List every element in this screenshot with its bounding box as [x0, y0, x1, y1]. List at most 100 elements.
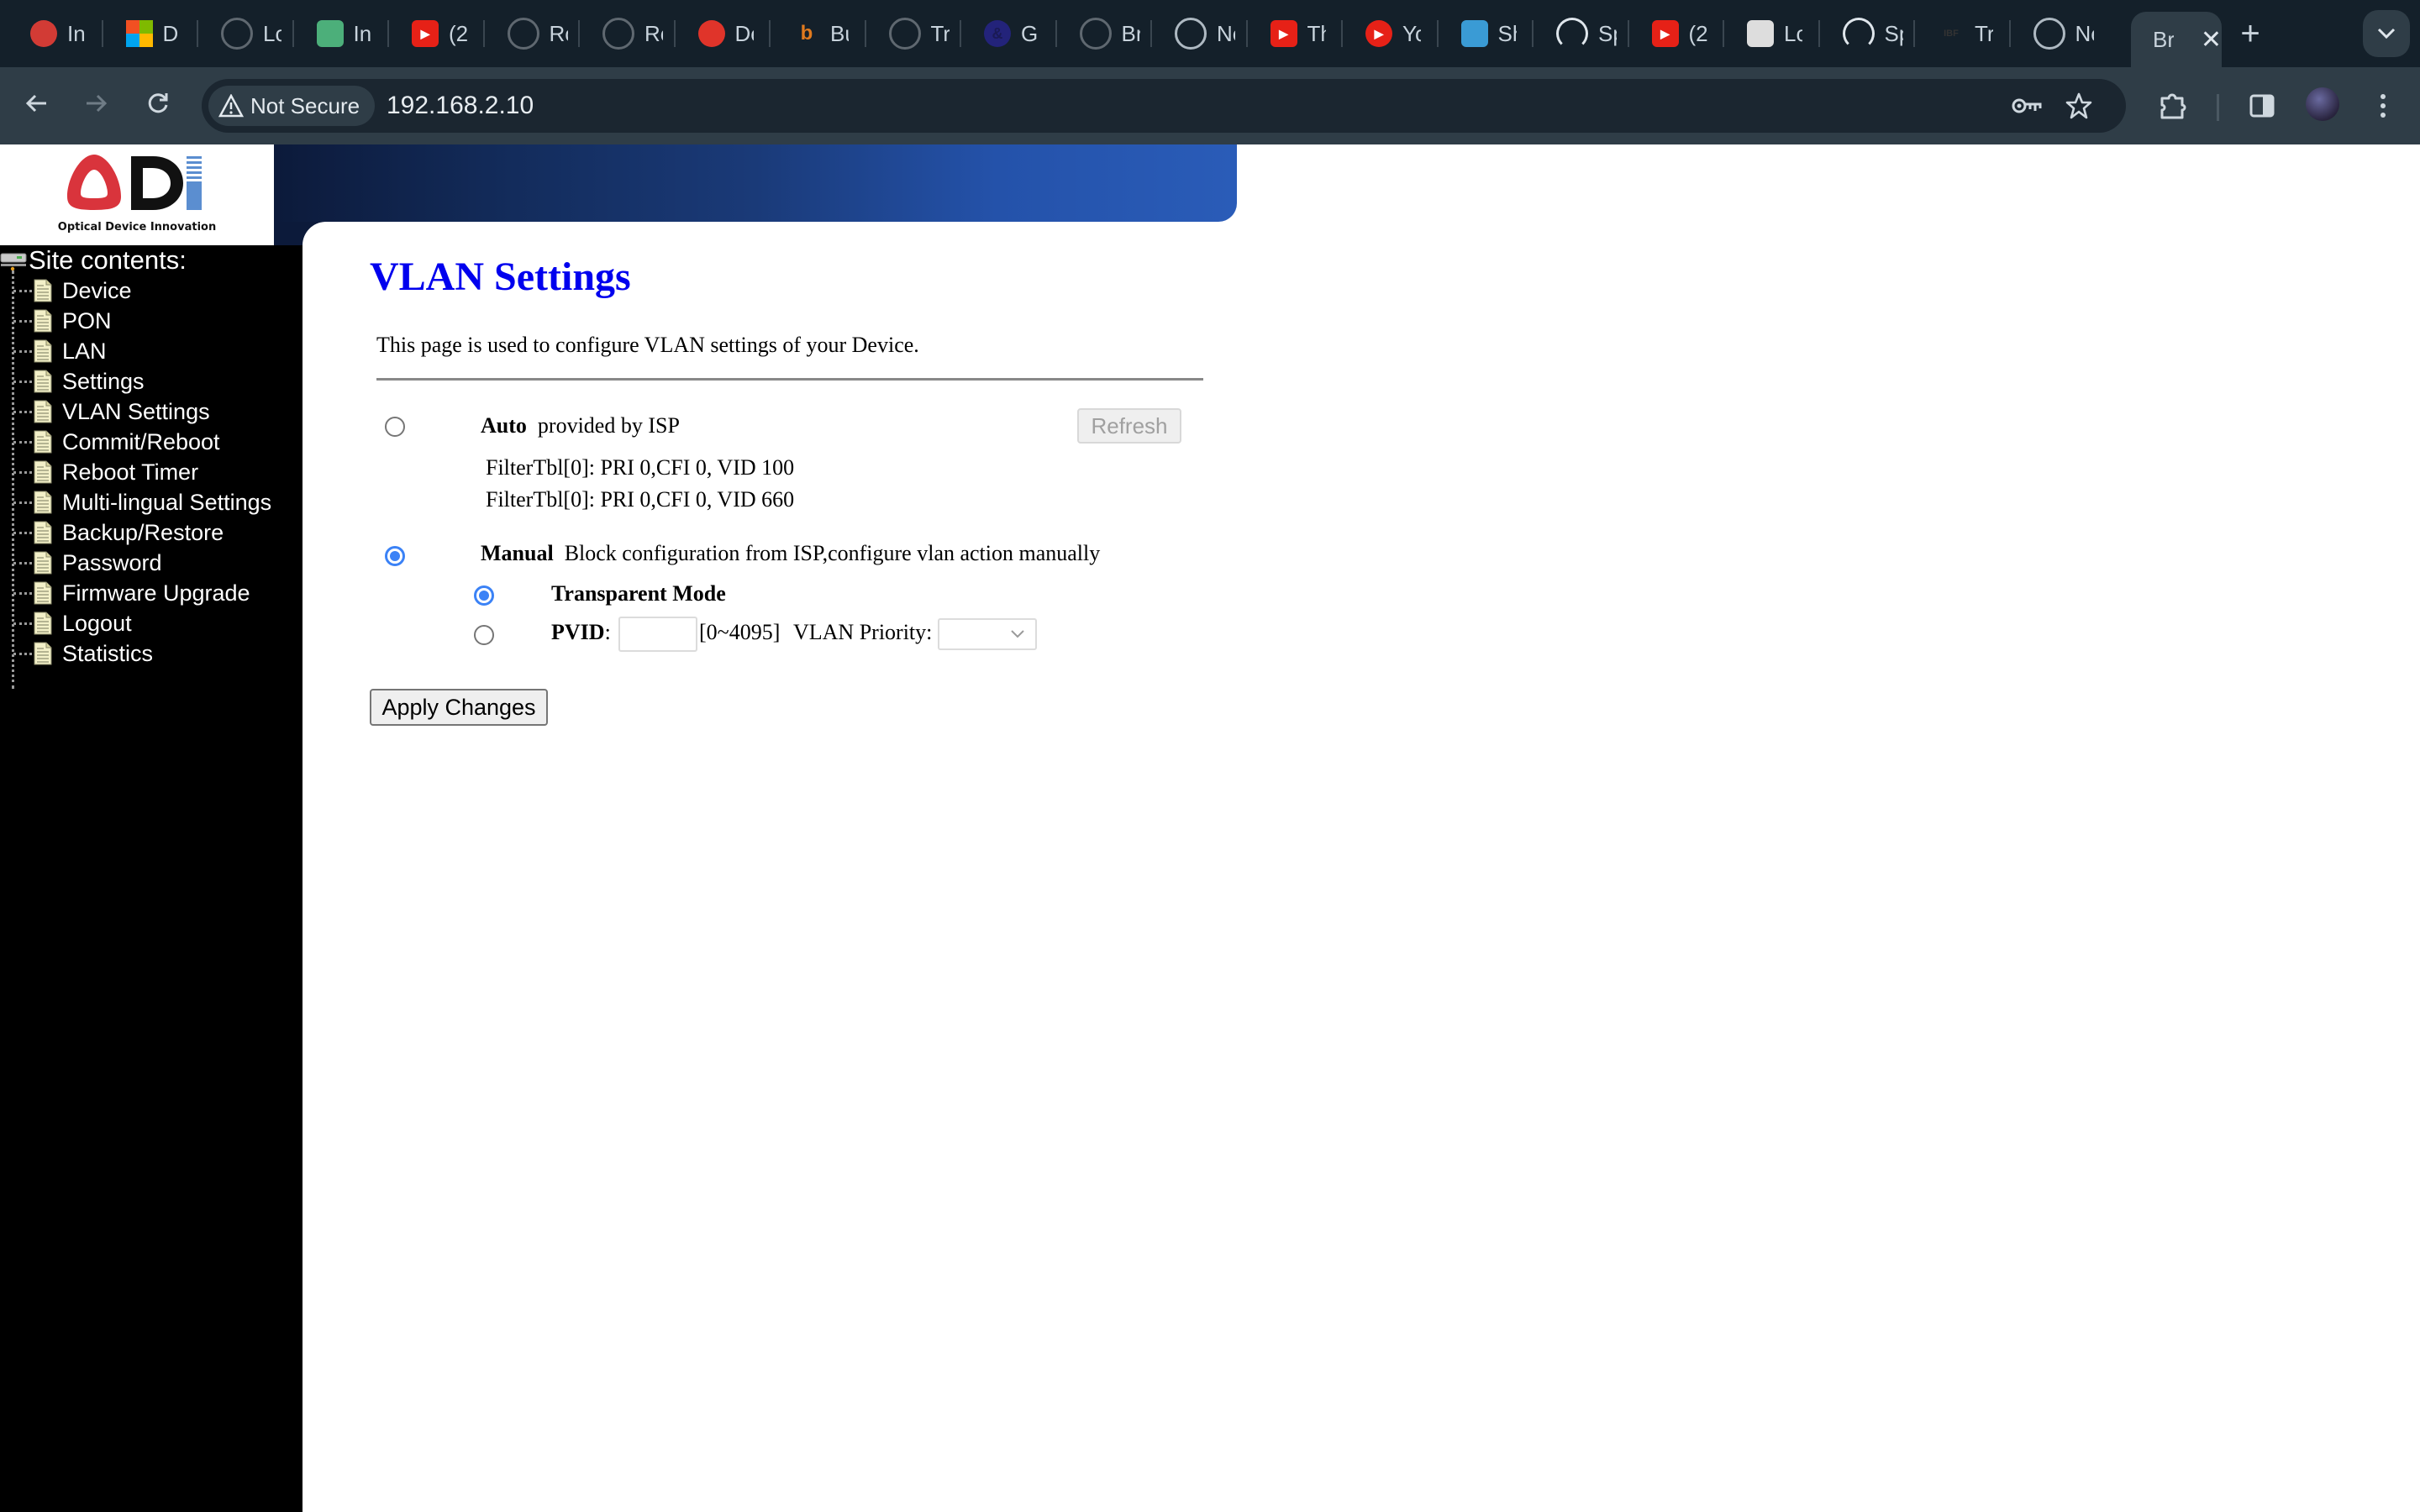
browser-tab[interactable]: In: [8, 12, 101, 55]
auto-radio[interactable]: [385, 417, 405, 437]
sidebar-item-settings[interactable]: Settings: [0, 366, 145, 396]
tab-separator: [864, 20, 866, 47]
browser-tab[interactable]: Ro: [581, 12, 673, 55]
logo-tagline: Optical Device Innovation: [58, 221, 216, 234]
tab-active[interactable]: Br ✕: [2131, 12, 2222, 67]
toolbar-divider: [2217, 94, 2219, 121]
browser-tab[interactable]: Ro: [486, 12, 578, 55]
security-indicator[interactable]: Not Secure: [208, 86, 376, 126]
browser-tab[interactable]: Ne: [2012, 12, 2104, 55]
app-icon: [316, 20, 344, 47]
browser-tab[interactable]: Ne: [1153, 12, 1245, 55]
speedometer-icon: [30, 20, 57, 47]
tree-branch: [13, 410, 32, 413]
address-bar[interactable]: Not Secure 192.168.2.10: [202, 79, 2126, 133]
sidebar-item-vlan-settings[interactable]: VLAN Settings: [0, 396, 210, 427]
sidebar-item-pon[interactable]: PON: [0, 306, 112, 336]
sidebar-item-multi-lingual-settings[interactable]: Multi-lingual Settings: [0, 487, 271, 517]
computer-icon: [0, 253, 27, 271]
sidebar-item-firmware-upgrade[interactable]: Firmware Upgrade: [0, 578, 250, 608]
document-icon: [34, 491, 52, 514]
sidebar-item-lan[interactable]: LAN: [0, 336, 107, 366]
sidebar-item-password[interactable]: Password: [0, 548, 162, 578]
browser-tab[interactable]: Br: [1058, 12, 1150, 55]
pvid-input[interactable]: [618, 617, 697, 652]
browser-tab[interactable]: Lo: [1725, 12, 1818, 55]
browser-tab[interactable]: In: [295, 12, 387, 55]
forward-button[interactable]: [76, 86, 116, 126]
browser-tab[interactable]: De: [676, 12, 769, 55]
bookmark-star-icon[interactable]: [2060, 87, 2097, 124]
extensions-puzzle-icon[interactable]: [2153, 86, 2193, 126]
tab-search-button[interactable]: [2363, 10, 2410, 57]
sidebar-item-logout[interactable]: Logout: [0, 608, 132, 638]
browser-tab[interactable]: Sp: [1534, 12, 1627, 55]
tab-title: (2: [1688, 20, 1707, 46]
more-menu-icon[interactable]: [2363, 86, 2403, 126]
browser-tab[interactable]: ▶ Yo: [1344, 12, 1436, 55]
tree-branch: [13, 470, 32, 474]
sidebar-item-label: PON: [62, 307, 112, 333]
browser-tab[interactable]: Tr: [867, 12, 960, 55]
browser-tab[interactable]: &Gl: [962, 12, 1055, 55]
sidebar-item-reboot-timer[interactable]: Reboot Timer: [0, 457, 198, 487]
vlan-priority-select[interactable]: [938, 618, 1037, 650]
browser-tab[interactable]: b Bu: [771, 12, 864, 55]
security-label: Not Secure: [250, 92, 360, 118]
sidebar-item-backup-restore[interactable]: Backup/Restore: [0, 517, 224, 548]
sidebar-item-device[interactable]: Device: [0, 276, 132, 306]
warning-icon: [218, 94, 244, 118]
side-panel-icon[interactable]: [2242, 86, 2282, 126]
logo-graphic: Optical Device Innovation: [58, 155, 216, 234]
globe-icon: [221, 18, 253, 50]
document-icon: [34, 642, 52, 665]
browser-tab[interactable]: Lo: [199, 12, 292, 55]
auto-option: Auto provided by ISP: [481, 413, 680, 438]
manual-label: Manual: [481, 541, 554, 565]
tab-title: Sh: [1497, 20, 1517, 46]
browser-tab[interactable]: ▶ (2: [390, 12, 482, 55]
transparent-mode-radio[interactable]: [474, 585, 494, 606]
tab-title: Tr: [1975, 20, 1993, 46]
tab-title: D: [162, 20, 179, 46]
sidebar-item-commit-reboot[interactable]: Commit/Reboot: [0, 427, 220, 457]
back-button[interactable]: [17, 86, 57, 126]
pvid-radio[interactable]: [474, 625, 494, 645]
chrome-icon: [1175, 18, 1207, 50]
b-icon: b: [800, 22, 813, 45]
page-viewport: Optical Device Innovation Site contents:…: [0, 144, 2420, 1512]
pvid-label: PVID:: [551, 620, 611, 644]
tab-strip: InDLoIn▶(2RoRoDebBuTr&GlBrNe▶Th▶YoShSp▶(…: [0, 0, 2420, 67]
document-icon: [34, 309, 52, 333]
profile-avatar[interactable]: [2306, 87, 2339, 121]
browser-tab[interactable]: D: [104, 12, 197, 55]
tab-title: Th: [1307, 20, 1326, 46]
helmet-icon: [697, 20, 725, 47]
browser-tab[interactable]: IBF Tr: [1916, 12, 2008, 55]
browser-tab[interactable]: ▶ (2: [1630, 12, 1723, 55]
close-tab-icon[interactable]: ✕: [2201, 25, 2222, 55]
browser-tab[interactable]: ▶ Th: [1249, 12, 1341, 55]
tab-title: Sp: [1884, 20, 1903, 46]
sidebar-item-label: Settings: [62, 368, 145, 394]
tab-separator: [482, 20, 485, 47]
browser-tab[interactable]: Sp: [1821, 12, 1913, 55]
odi-logo: Optical Device Innovation: [0, 144, 274, 245]
tree-branch: [13, 591, 32, 595]
browser-tab[interactable]: Sh: [1439, 12, 1532, 55]
tab-separator: [1532, 20, 1534, 47]
apply-changes-button[interactable]: Apply Changes: [370, 689, 548, 726]
tab-separator: [1055, 20, 1057, 47]
refresh-button[interactable]: Refresh: [1077, 408, 1181, 444]
password-key-icon[interactable]: [2008, 87, 2045, 124]
new-tab-button[interactable]: +: [2232, 15, 2269, 52]
document-icon: [34, 551, 52, 575]
sidebar-item-statistics[interactable]: Statistics: [0, 638, 153, 669]
sidebar: Site contents: Device PON LAN Settings VLAN …: [0, 245, 302, 1512]
transparent-mode-text: Transparent Mode: [551, 581, 726, 606]
youtube-icon: ▶: [1651, 20, 1679, 47]
manual-radio[interactable]: [385, 546, 405, 566]
url-text[interactable]: 192.168.2.10: [387, 79, 534, 133]
reload-button[interactable]: [138, 86, 178, 126]
document-icon: [34, 612, 52, 635]
